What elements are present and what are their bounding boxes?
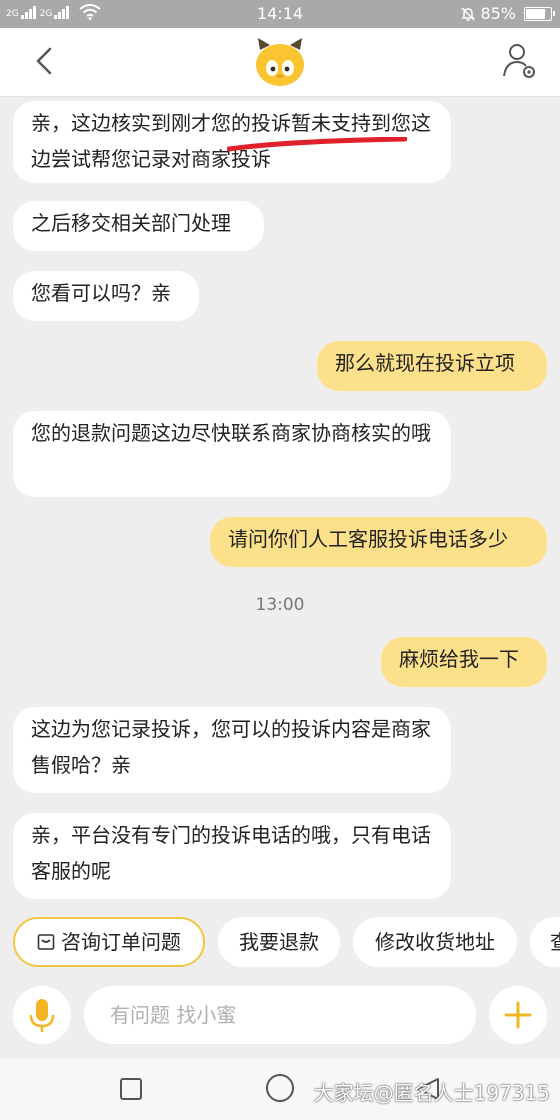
mascot-logo-icon: [256, 38, 304, 86]
status-bar: 2G 2G 14:14 85%: [0, 0, 560, 28]
message-text: 麻烦给我一下: [399, 647, 519, 671]
message-text: 这边为您记录投诉，您可以的投诉内容是商家售假哈？亲: [31, 717, 431, 777]
quick-reply-label: 咨询订单问题: [61, 930, 181, 954]
voice-input-button[interactable]: [13, 986, 71, 1044]
message-text: 之后移交相关部门处理: [31, 211, 231, 235]
more-actions-button[interactable]: [489, 986, 547, 1044]
message-bubble-incoming: 您看可以吗？亲: [13, 271, 199, 321]
message-bubble-incoming: 亲，平台没有专门的投诉电话的哦，只有电话客服的呢: [13, 813, 451, 899]
quick-reply-label: 查: [550, 930, 560, 954]
microphone-icon: [29, 999, 55, 1032]
message-input-bar: 有问题 找小蜜: [0, 982, 560, 1052]
chevron-left-icon[interactable]: [30, 46, 60, 76]
message-text: 您的退款问题这边尽快联系商家协商核实的哦: [31, 421, 431, 445]
message-bubble-incoming: 您的退款问题这边尽快联系商家协商核实的哦: [13, 411, 451, 497]
message-text: 那么就现在投诉立项: [335, 351, 515, 375]
user-settings-icon[interactable]: [502, 42, 538, 80]
message-input[interactable]: 有问题 找小蜜: [84, 986, 476, 1044]
message-bubble-outgoing: 麻烦给我一下: [381, 637, 547, 687]
message-bubble-incoming: 亲，这边核实到刚才您的投诉暂未支持到您这边尝试帮您记录对商家投诉: [13, 101, 451, 183]
quick-reply-refund[interactable]: 我要退款: [218, 917, 340, 967]
plus-icon: [504, 1001, 532, 1029]
quick-reply-label: 修改收货地址: [375, 930, 495, 954]
recent-apps-button[interactable]: [120, 1078, 142, 1100]
battery-fill: [526, 8, 545, 19]
message-bubble-outgoing: 那么就现在投诉立项: [317, 341, 547, 391]
chat-header: [0, 28, 560, 97]
message-text: 您看可以吗？亲: [31, 281, 171, 305]
quick-reply-change-address[interactable]: 修改收货地址: [353, 917, 517, 967]
order-box-icon: [37, 933, 55, 950]
message-text: 请问你们人工客服投诉电话多少: [228, 527, 508, 551]
mute-bell-icon: [461, 6, 476, 21]
quick-reply-bar: 咨询订单问题 我要退款 修改收货地址 查: [0, 917, 560, 969]
quick-reply-label: 我要退款: [239, 930, 319, 954]
battery-icon: [524, 6, 555, 21]
red-underline-annotation: [227, 137, 407, 152]
input-placeholder: 有问题 找小蜜: [110, 1003, 237, 1027]
quick-reply-more[interactable]: 查: [530, 917, 560, 967]
message-bubble-outgoing: 请问你们人工客服投诉电话多少: [210, 517, 547, 567]
quick-reply-order-inquiry[interactable]: 咨询订单问题: [13, 917, 205, 967]
message-text: 亲，平台没有专门的投诉电话的哦，只有电话客服的呢: [31, 823, 431, 883]
message-timestamp: 13:00: [255, 595, 305, 615]
status-right: 85%: [460, 4, 555, 23]
home-button[interactable]: [266, 1074, 294, 1102]
message-bubble-incoming: 之后移交相关部门处理: [13, 201, 264, 251]
battery-percent: 85%: [480, 4, 516, 23]
watermark-text: 大家坛@匿名人士197315: [313, 1081, 550, 1105]
chat-messages[interactable]: 亲，这边核实到刚才您的投诉暂未支持到您这边尝试帮您记录对商家投诉 之后移交相关部…: [0, 97, 560, 912]
message-bubble-incoming: 这边为您记录投诉，您可以的投诉内容是商家售假哈？亲: [13, 707, 451, 793]
